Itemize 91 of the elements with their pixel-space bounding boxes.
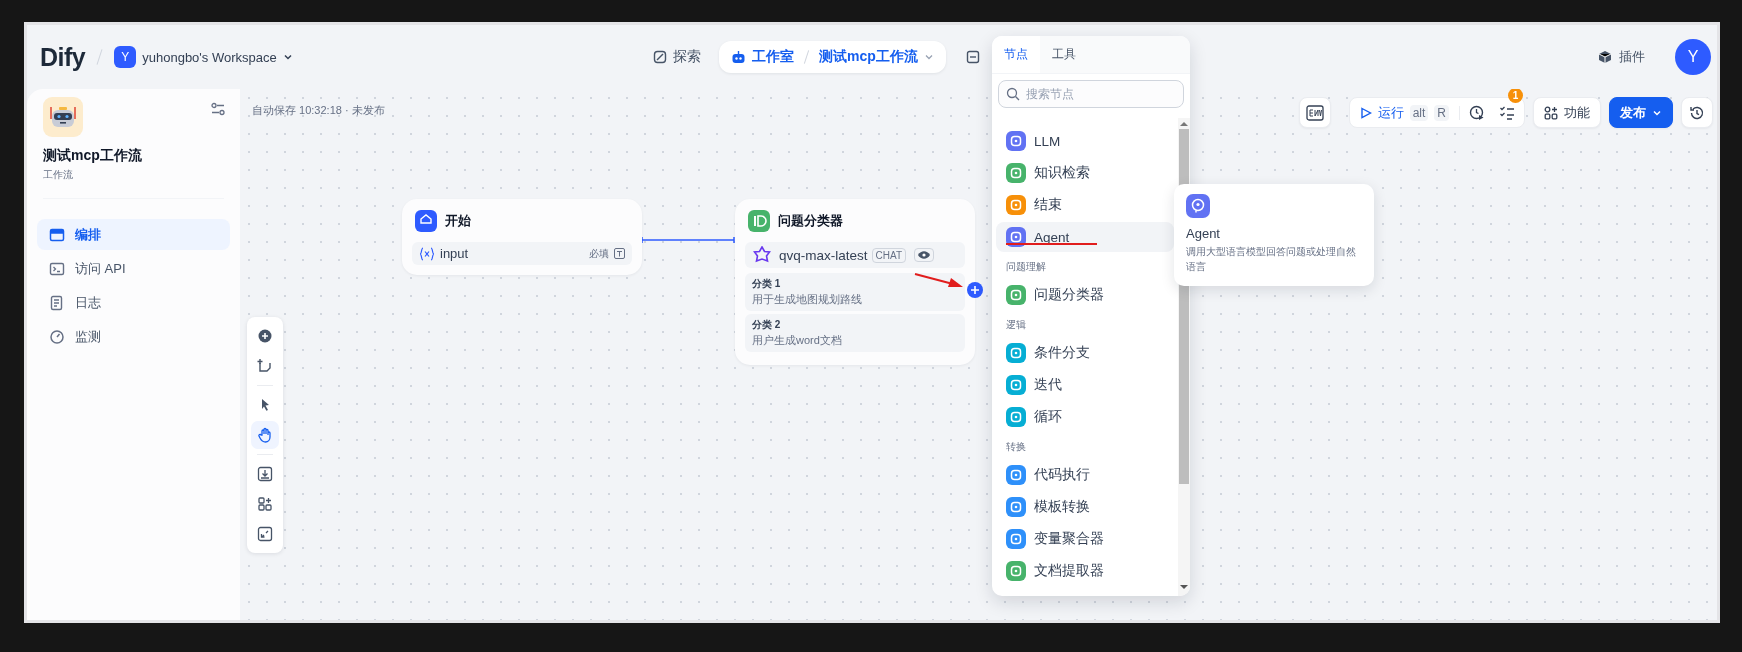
features-button[interactable]: 功能 xyxy=(1533,97,1601,128)
checklist-icon xyxy=(1499,104,1515,121)
required-label: 必填 xyxy=(589,246,609,261)
shortcut-key: R xyxy=(1434,104,1449,121)
robot-icon xyxy=(731,50,746,64)
play-icon xyxy=(1359,106,1372,119)
menu-tab[interactable]: 工具 xyxy=(1040,36,1088,73)
block-item[interactable]: LLM xyxy=(996,126,1174,156)
block-item[interactable]: 迭代 xyxy=(996,370,1174,400)
sidebar-item[interactable]: 访问 API xyxy=(37,253,230,284)
minimap-icon xyxy=(257,526,273,542)
category-heading: 转换 xyxy=(1005,440,1027,454)
plugins-link[interactable]: 插件 xyxy=(1598,48,1645,66)
search-icon xyxy=(1006,87,1020,101)
organize-icon xyxy=(257,496,273,512)
user-avatar[interactable]: Y xyxy=(1675,39,1711,75)
agent-icon xyxy=(1186,194,1210,218)
class-label: 分类 2 xyxy=(752,318,781,332)
app-robot-icon xyxy=(43,97,83,137)
add-branch-button[interactable] xyxy=(967,282,983,298)
block-item[interactable]: 变量聚合器 xyxy=(996,524,1174,554)
start-node[interactable]: 开始 input 必填 xyxy=(402,199,642,275)
menu-tab[interactable]: 节点 xyxy=(992,36,1040,73)
workspace-selector[interactable]: Y yuhongbo's Workspace xyxy=(114,46,293,68)
autosave-status: 自动保存 10:32:18 · 未发布 xyxy=(252,103,385,118)
workspace-avatar: Y xyxy=(114,46,137,68)
count-badge: 1 xyxy=(1508,89,1523,103)
plus-icon xyxy=(971,286,979,294)
sidebar-item[interactable]: 日志 xyxy=(37,287,230,318)
tooltip-title: Agent xyxy=(1186,226,1221,241)
node-title: 问题分类器 xyxy=(778,212,843,230)
arrow-annotation xyxy=(914,272,964,290)
env-icon xyxy=(1305,104,1324,121)
text-type-icon xyxy=(614,248,625,259)
settings-icon[interactable] xyxy=(210,101,226,117)
mode-tag: CHAT xyxy=(871,247,906,263)
search-field[interactable]: 搜索节点 xyxy=(998,80,1184,108)
class-label: 分类 1 xyxy=(752,277,781,291)
menu-item-icon xyxy=(49,226,65,243)
category-heading: 逻辑 xyxy=(1005,318,1027,332)
clock-play-icon xyxy=(1469,104,1485,121)
model-selector: qvq-max-latest CHAT xyxy=(745,242,965,268)
scroll-up-icon xyxy=(1180,121,1188,126)
note-icon xyxy=(257,358,273,374)
document-icon[interactable] xyxy=(965,50,980,64)
run-button[interactable]: 运行 alt R xyxy=(1353,100,1455,125)
block-item[interactable]: 条件分支 xyxy=(996,338,1174,368)
block-item[interactable]: 循环 xyxy=(996,402,1174,432)
chevron-down-icon xyxy=(282,52,293,62)
block-item[interactable]: 模板转换 xyxy=(996,492,1174,522)
add-node-icon xyxy=(257,328,273,344)
sidebar-item[interactable]: 编排 xyxy=(37,219,230,250)
menu-item-icon xyxy=(49,260,65,277)
block-item[interactable]: Agent xyxy=(996,222,1174,252)
publish-button[interactable]: 发布 xyxy=(1609,97,1673,128)
node-title: 开始 xyxy=(445,212,471,230)
scroll-down-icon xyxy=(1180,585,1188,590)
tooltip-description: 调用大型语言模型回答问题或处理自然语言 xyxy=(1186,245,1357,274)
history-icon xyxy=(1689,104,1705,121)
logo: Dify xyxy=(40,42,86,72)
block-item[interactable]: 结束 xyxy=(996,190,1174,220)
app-type: 工作流 xyxy=(43,168,74,182)
block-item[interactable]: 知识检索 xyxy=(996,158,1174,188)
features-icon xyxy=(1544,105,1558,120)
shortcut-key: alt xyxy=(1409,104,1429,121)
menu-item-icon xyxy=(49,294,65,311)
block-item[interactable]: 文档提取器 xyxy=(996,556,1174,586)
block-item[interactable]: 问题分类器 xyxy=(996,280,1174,310)
home-icon xyxy=(415,210,437,232)
nav-tab[interactable]: 工作室 测试mcp工作流 xyxy=(719,41,946,73)
tool-button[interactable] xyxy=(251,421,279,449)
chevron-down-icon xyxy=(923,52,934,62)
block-item[interactable]: 代码执行 xyxy=(996,460,1174,490)
variable-row: input 必填 xyxy=(412,242,632,265)
env-button[interactable] xyxy=(1298,97,1331,128)
class-description: 用于生成地图规划路线 xyxy=(752,292,863,307)
version-history-button[interactable] xyxy=(1681,97,1713,128)
nav-tab[interactable]: 探索 xyxy=(641,41,713,73)
app-name: 测试mcp工作流 xyxy=(43,147,143,165)
category-heading: 问题理解 xyxy=(1005,260,1047,274)
variable-icon xyxy=(419,246,435,261)
menu-item-icon xyxy=(49,328,65,345)
model-icon xyxy=(753,246,771,264)
hand-icon xyxy=(257,427,273,443)
class-description: 用户生成word文档 xyxy=(752,333,843,348)
cube-icon xyxy=(1598,50,1612,64)
sidebar-item[interactable]: 监测 xyxy=(37,321,230,352)
explore-icon xyxy=(653,50,667,64)
export-image-icon xyxy=(257,466,273,482)
classifier-node[interactable]: 问题分类器 qvq-max-latest CHAT 分类 1 用于生成地图规划路线 分类 2 用户生成word文档 xyxy=(735,199,975,365)
classifier-icon xyxy=(748,210,770,232)
